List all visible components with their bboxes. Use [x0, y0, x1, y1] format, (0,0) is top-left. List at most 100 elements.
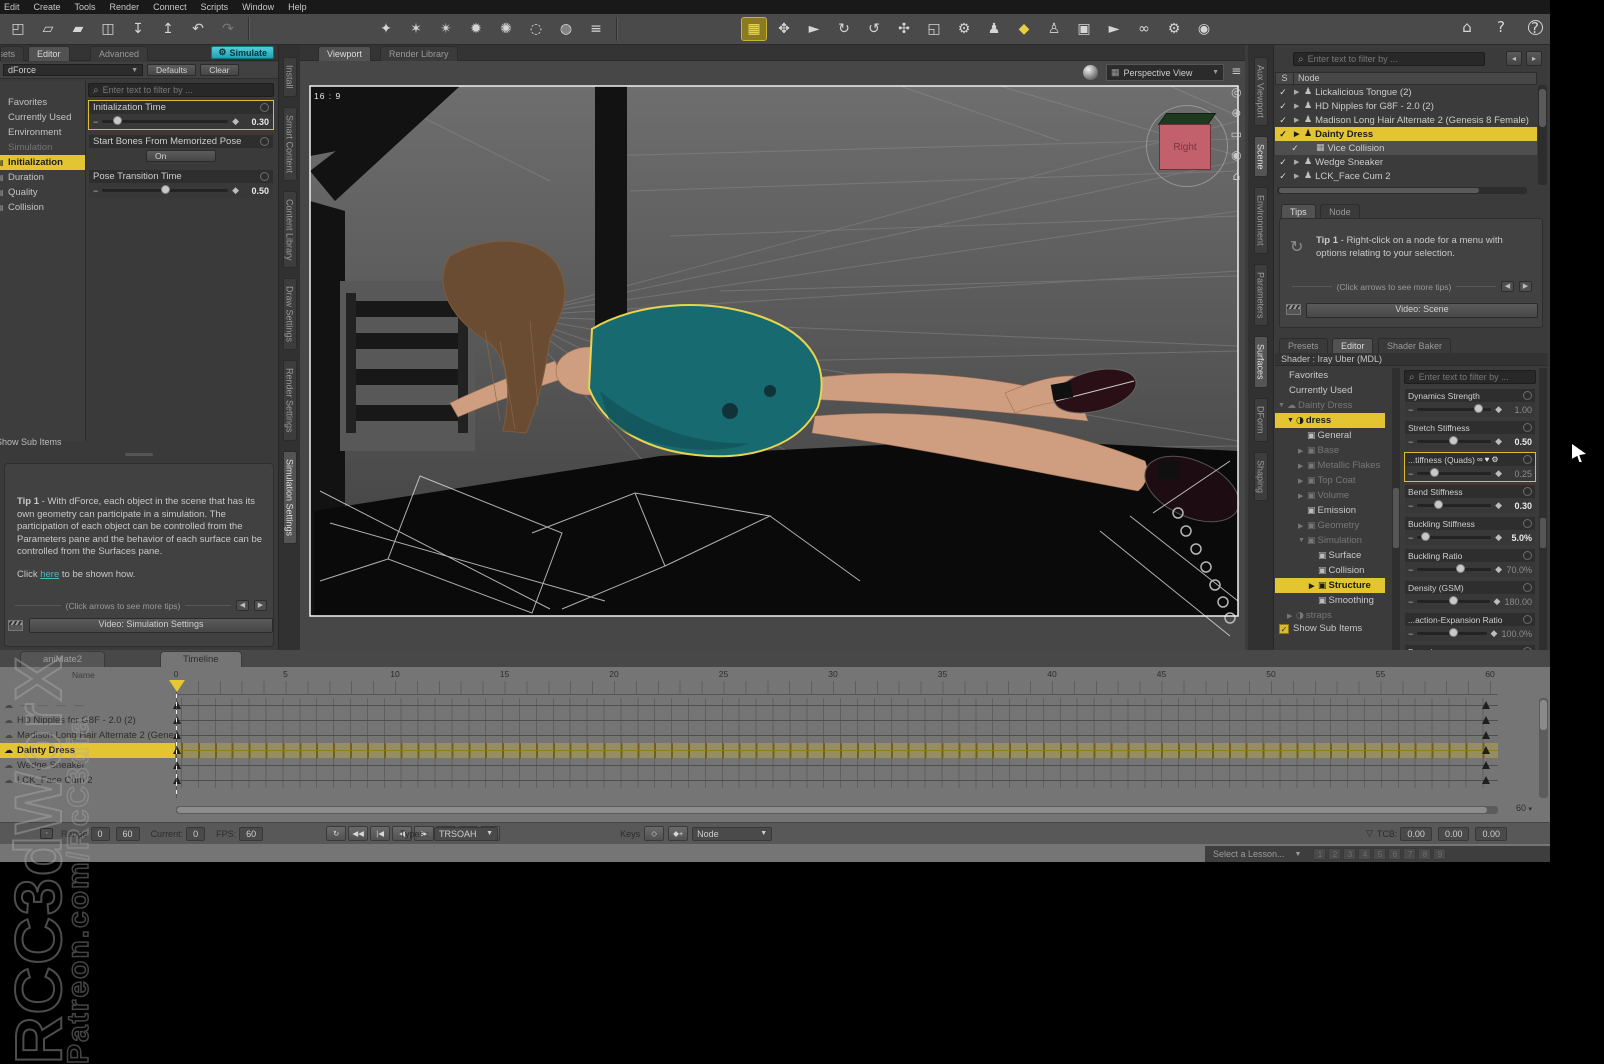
pointer-gear-icon[interactable]: ► — [1102, 18, 1126, 40]
surface-tree-row[interactable]: ▶▣Volume — [1275, 488, 1391, 503]
increment-icon[interactable]: ◆ — [1495, 468, 1502, 479]
lesson-number-button[interactable]: 5 — [1373, 848, 1386, 860]
decrement-icon[interactable]: − — [1408, 629, 1413, 639]
param-header[interactable]: ...tiffness (Quads)∞♥⚙ — [1405, 453, 1535, 466]
range-end-field[interactable]: 60 — [116, 827, 140, 841]
visibility-check-icon[interactable]: ✓ — [1275, 101, 1291, 112]
dock-tab[interactable]: DForm — [1254, 398, 1268, 442]
track-keyframes[interactable] — [176, 713, 1498, 728]
surface-tree-row[interactable]: ▣Collision — [1275, 563, 1391, 578]
lesson-number-button[interactable]: 9 — [1433, 848, 1446, 860]
increment-icon[interactable]: ◆ — [232, 116, 239, 127]
visibility-check-icon[interactable]: ✓ — [1275, 115, 1291, 126]
ruler-frame-number[interactable]: 35 — [938, 669, 947, 679]
param-dial-icon[interactable] — [1523, 551, 1532, 560]
increment-icon[interactable]: ◆ — [1495, 500, 1502, 511]
new-scene-icon[interactable]: ◰ — [6, 18, 30, 40]
increment-icon[interactable]: ◆ — [232, 185, 239, 196]
expand-arrow-icon[interactable]: ▶ — [1298, 477, 1305, 485]
node-editor-icon[interactable]: ♙ — [1042, 18, 1066, 40]
tab-animate2[interactable]: aniMate2 — [20, 651, 105, 667]
param-dial-icon[interactable] — [1523, 423, 1532, 432]
surface-tree-scrollbar[interactable] — [1392, 368, 1400, 650]
create-distant-light-icon[interactable]: ✶ — [404, 18, 428, 40]
track-keyframes[interactable] — [176, 698, 1498, 713]
tab-render-library[interactable]: Render Library — [380, 46, 458, 61]
delete-key-button[interactable]: ◇ — [644, 826, 664, 841]
timeline-horizontal-scrollbar[interactable] — [176, 806, 1498, 814]
param-header[interactable]: Buckling Stiffness∞♥⚙ — [1405, 517, 1535, 530]
timeline-track[interactable]: ☁Wedge Sneaker — [0, 758, 1548, 773]
surface-tree-row[interactable]: ▼☁Dainty Dress — [1275, 398, 1391, 413]
track-keyframes[interactable] — [176, 728, 1498, 743]
param-slider[interactable]: −◆1.00 — [1405, 402, 1535, 417]
translate-tool-icon[interactable]: ✣ — [892, 18, 916, 40]
figure-setup-icon[interactable]: ♟ — [982, 18, 1006, 40]
undo-icon[interactable]: ↶ — [186, 18, 210, 40]
tab-advanced[interactable]: Advanced — [90, 46, 148, 61]
checkbox-checked-icon[interactable]: ✓ — [1279, 624, 1289, 634]
param-header[interactable]: Dynamics Strength∞♥⚙ — [1405, 389, 1535, 402]
bias-field[interactable]: 0.00 — [1475, 827, 1507, 841]
param-value[interactable]: 70.0% — [1506, 565, 1532, 575]
param-dial-icon[interactable] — [1523, 583, 1532, 592]
key-scope-dropdown[interactable]: Node▼ — [692, 827, 772, 841]
expand-arrow-icon[interactable]: ▶ — [1294, 158, 1301, 166]
ruler-frame-number[interactable]: 0 — [174, 669, 179, 679]
decrement-icon[interactable]: − — [1408, 565, 1413, 575]
surface-tree-row[interactable]: Currently Used — [1275, 383, 1391, 398]
range-start-field[interactable]: 0 — [91, 827, 110, 841]
surface-tree-row[interactable]: ▶▣Base — [1275, 443, 1391, 458]
expand-arrow-icon[interactable]: ▶ — [1294, 116, 1301, 124]
create-primitive-icon[interactable]: ✺ — [494, 18, 518, 40]
menu-item[interactable]: Help — [288, 2, 307, 12]
decrement-icon[interactable]: − — [1408, 437, 1413, 447]
settings-nav-item[interactable]: ▤Initialization — [0, 155, 85, 170]
surface-filter-input[interactable]: ⌕ Enter text to filter by ... — [1404, 370, 1536, 384]
go-to-start-button[interactable]: ◀◀ — [348, 826, 368, 841]
decrement-icon[interactable]: − — [93, 117, 98, 127]
scene-node-row[interactable]: ✓▶♟Dainty Dress — [1275, 127, 1537, 141]
menu-item[interactable]: Connect — [153, 2, 187, 12]
ruler-frame-number[interactable]: 20 — [609, 669, 618, 679]
scene-node-row[interactable]: ✓▶♟Wedge Sneaker — [1275, 155, 1537, 169]
slider-handle[interactable] — [1449, 436, 1458, 445]
param-value[interactable]: 0.25 — [1506, 469, 1532, 479]
tab-tips[interactable]: Tips — [1281, 204, 1316, 219]
expand-arrow-icon[interactable]: ▼ — [1278, 402, 1285, 409]
dock-tab[interactable]: Environment — [1254, 187, 1268, 254]
slider-handle[interactable] — [1474, 404, 1483, 413]
lesson-number-button[interactable]: 1 — [1313, 848, 1326, 860]
filter-option-button[interactable]: ◂ — [1506, 51, 1522, 66]
param-value[interactable]: 180.00 — [1504, 597, 1532, 607]
menu-item[interactable]: Window — [242, 2, 274, 12]
menu-item[interactable]: Create — [34, 2, 61, 12]
slider-handle[interactable] — [1430, 468, 1439, 477]
surface-selection-icon[interactable]: ◆ — [1012, 18, 1036, 40]
engine-dropdown[interactable]: dForce▼ — [3, 64, 143, 76]
track-keyframes[interactable] — [176, 758, 1498, 773]
twist-tool-icon[interactable]: ↺ — [862, 18, 886, 40]
universal-tool-icon[interactable]: ✥ — [772, 18, 796, 40]
clear-button[interactable]: Clear — [200, 64, 238, 76]
next-tip-button[interactable]: ▶ — [1519, 281, 1532, 292]
expand-arrow-icon[interactable]: ▶ — [1298, 492, 1305, 500]
pane-menu-icon[interactable]: ≡ — [1231, 64, 1241, 78]
decrement-icon[interactable]: − — [93, 186, 98, 196]
recent-scenes-icon[interactable]: ▰ — [66, 18, 90, 40]
scene-node-row[interactable]: ✓▦Vice Collision — [1275, 141, 1537, 155]
gears-icon[interactable]: ⚙ — [1162, 18, 1186, 40]
create-null-icon[interactable]: ◌ — [524, 18, 548, 40]
slider-handle[interactable] — [161, 185, 170, 194]
increment-icon[interactable]: ◆ — [1491, 628, 1498, 639]
param-slider[interactable]: −◆0.30 — [89, 114, 273, 129]
param-header[interactable]: Initialization Time — [89, 101, 273, 114]
scene-node-row[interactable]: ✓▶♟Madison Long Hair Alternate 2 (Genesi… — [1275, 113, 1537, 127]
expand-arrow-icon[interactable]: ▼ — [1298, 537, 1305, 544]
param-slider[interactable]: −◆180.00 — [1405, 594, 1535, 609]
dock-tab[interactable]: Aux Viewport — [1254, 57, 1268, 126]
spacer[interactable] — [258, 18, 368, 40]
param-slider[interactable]: −◆0.50 — [1405, 434, 1535, 449]
menu-item[interactable]: Render — [110, 2, 140, 12]
separator[interactable] — [248, 17, 250, 41]
